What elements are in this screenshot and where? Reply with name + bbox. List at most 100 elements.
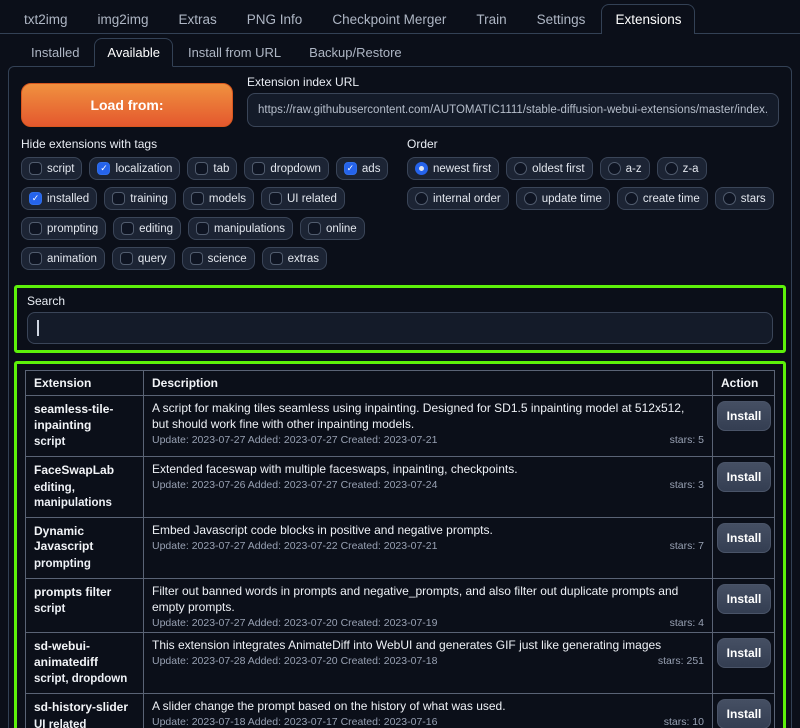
checkbox-unchecked-icon[interactable] [190, 192, 204, 205]
order-option-internal-order[interactable]: internal order [407, 187, 509, 210]
checkbox-checked-icon[interactable]: ✓ [97, 162, 111, 175]
install-button[interactable]: Install [717, 638, 771, 669]
checkbox-checked-icon[interactable]: ✓ [343, 162, 357, 175]
order-option-update-time[interactable]: update time [515, 187, 610, 210]
order-option-oldest-first[interactable]: oldest first [506, 157, 593, 180]
extension-dates: Update: 2023-07-26 Added: 2023-07-27 Cre… [152, 479, 438, 492]
tag-filter-dropdown[interactable]: dropdown [244, 157, 329, 180]
pill-label: newest first [433, 162, 492, 175]
load-from-button[interactable]: Load from: [21, 83, 233, 127]
tab-extensions[interactable]: Extensions [601, 4, 696, 34]
radio-unchecked-icon[interactable] [607, 162, 621, 175]
install-button[interactable]: Install [717, 522, 771, 553]
extension-index-url-input[interactable] [247, 93, 779, 127]
checkbox-checked-icon[interactable]: ✓ [29, 192, 42, 205]
tag-filter-script[interactable]: script [21, 157, 83, 180]
meta-line: Update: 2023-07-18 Added: 2023-07-17 Cre… [152, 716, 704, 728]
tab-checkpoint-merger[interactable]: Checkpoint Merger [318, 4, 460, 33]
tag-filter-installed[interactable]: ✓ installed [21, 187, 98, 210]
tag-filter-models[interactable]: models [182, 187, 254, 210]
checkbox-unchecked-icon[interactable] [29, 162, 42, 175]
radio-checked-icon[interactable] [415, 162, 428, 175]
tag-filter-query[interactable]: query [111, 247, 175, 270]
tab-settings[interactable]: Settings [523, 4, 600, 33]
checkbox-unchecked-icon[interactable] [269, 192, 282, 205]
tag-filter-tab[interactable]: tab [187, 157, 238, 180]
radio-unchecked-icon[interactable] [624, 192, 638, 205]
search-input[interactable] [27, 312, 773, 344]
checkbox-unchecked-icon[interactable] [29, 222, 42, 235]
extension-stars: stars: 4 [669, 617, 704, 630]
pill-row: newest first oldest first a-z z-a [407, 157, 779, 180]
checkbox-unchecked-icon[interactable] [195, 162, 209, 175]
column-header-action: Action [712, 370, 775, 396]
tab-img2img[interactable]: img2img [84, 4, 163, 33]
tag-filter-prompting[interactable]: prompting [21, 217, 107, 240]
order-section: Order newest first oldest first a-z z-a inte… [407, 137, 779, 277]
radio-unchecked-icon[interactable] [514, 162, 528, 175]
subtab-available[interactable]: Available [94, 38, 173, 67]
pill-label: animation [47, 252, 97, 265]
tab-txt2img[interactable]: txt2img [10, 4, 82, 33]
tag-filter-editing[interactable]: editing [113, 217, 182, 240]
extension-cell: prompts filter script [25, 577, 144, 634]
install-button[interactable]: Install [717, 583, 771, 614]
tab-extras[interactable]: Extras [165, 4, 231, 33]
pill-label: tab [213, 162, 230, 175]
extensions-table: Extension Description Action seamless-ti… [25, 370, 775, 728]
extension-dates: Update: 2023-07-27 Added: 2023-07-27 Cre… [152, 434, 438, 447]
checkbox-unchecked-icon[interactable] [121, 222, 135, 235]
install-button[interactable]: Install [717, 699, 771, 728]
tag-filter-training[interactable]: training [104, 187, 176, 210]
column-header-extension: Extension [25, 370, 144, 396]
loader-row: Load from: Extension index URL [21, 75, 779, 127]
checkbox-unchecked-icon[interactable] [119, 252, 133, 265]
checkbox-unchecked-icon[interactable] [252, 162, 266, 175]
tab-train[interactable]: Train [462, 4, 520, 33]
extension-stars: stars: 5 [669, 434, 704, 447]
order-option-z-a[interactable]: z-a [656, 157, 707, 180]
column-header-description: Description [143, 370, 713, 396]
subtab-backup-restore[interactable]: Backup/Restore [296, 38, 415, 66]
pill-row: animation query science extras [21, 247, 393, 270]
tag-filter-group: script ✓ localization tab dropdown ✓ ads ✓ insta… [21, 157, 393, 270]
tag-filter-animation[interactable]: animation [21, 247, 105, 270]
checkbox-unchecked-icon[interactable] [189, 252, 203, 265]
order-option-a-z[interactable]: a-z [599, 157, 650, 180]
tag-filter-localization[interactable]: ✓ localization [89, 157, 181, 180]
pill-label: dropdown [270, 162, 321, 175]
tag-filter-ui-related[interactable]: UI related [261, 187, 345, 210]
radio-unchecked-icon[interactable] [664, 162, 678, 175]
radio-unchecked-icon[interactable] [523, 192, 537, 205]
order-option-newest-first[interactable]: newest first [407, 157, 500, 180]
extension-description: Embed Javascript code blocks in positive… [152, 522, 493, 537]
install-button[interactable]: Install [717, 462, 771, 493]
action-cell: Install [712, 693, 775, 728]
tag-filter-science[interactable]: science [181, 247, 255, 270]
radio-unchecked-icon[interactable] [722, 192, 736, 205]
tag-filter-extras[interactable]: extras [261, 247, 327, 270]
order-option-stars[interactable]: stars [714, 187, 774, 210]
extension-name: sd-history-slider [34, 700, 129, 715]
pill-label: ads [361, 162, 381, 175]
subtab-installed[interactable]: Installed [18, 38, 92, 66]
tag-filter-online[interactable]: online [300, 217, 365, 240]
pill-label: extras [287, 252, 319, 265]
checkbox-unchecked-icon[interactable] [269, 252, 283, 265]
table-row: prompts filter script Filter out banned wo… [25, 577, 775, 634]
extension-description: Filter out banned words in prompts and n… [152, 583, 679, 614]
order-label: Order [407, 137, 438, 151]
install-button[interactable]: Install [717, 401, 771, 431]
checkbox-unchecked-icon[interactable] [308, 222, 321, 235]
tag-filter-ads[interactable]: ✓ ads [335, 157, 389, 180]
pill-label: science [207, 252, 247, 265]
checkbox-unchecked-icon[interactable] [112, 192, 126, 205]
order-option-create-time[interactable]: create time [616, 187, 708, 210]
checkbox-unchecked-icon[interactable] [196, 222, 210, 235]
radio-unchecked-icon[interactable] [415, 192, 428, 205]
tag-filter-manipulations[interactable]: manipulations [188, 217, 293, 240]
description-cell: Extended faceswap with multiple faceswap… [143, 456, 713, 518]
checkbox-unchecked-icon[interactable] [29, 252, 42, 265]
tab-png-info[interactable]: PNG Info [233, 4, 317, 33]
subtab-install-from-url[interactable]: Install from URL [175, 38, 294, 66]
